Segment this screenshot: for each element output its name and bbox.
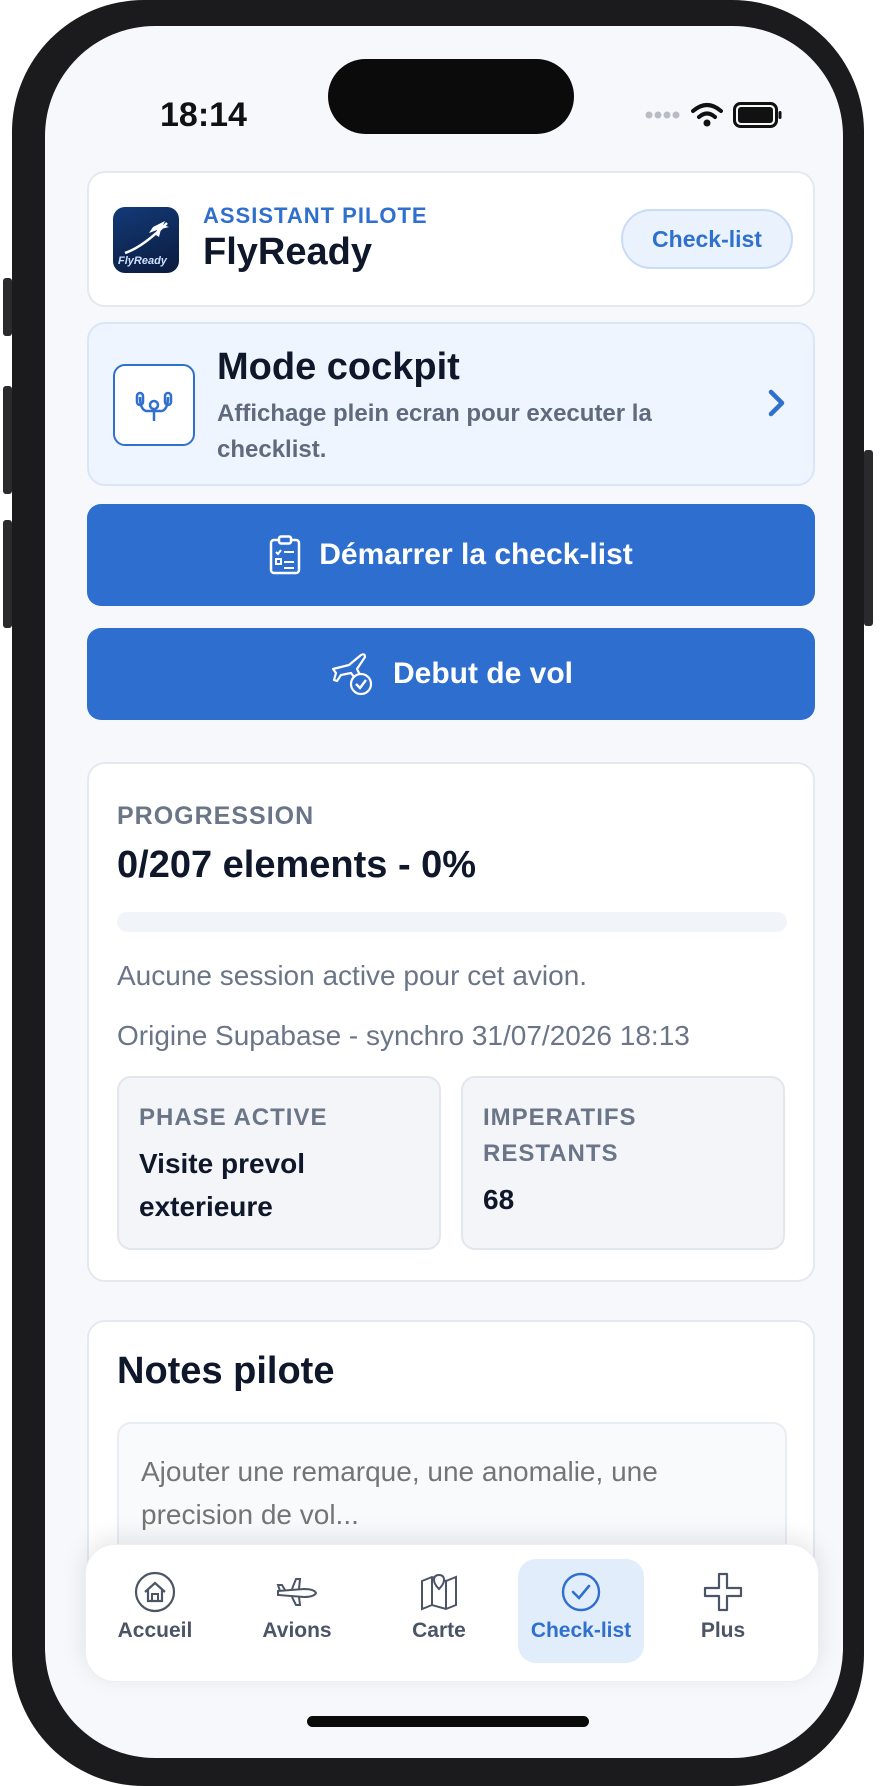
app-header: FlyReady ASSISTANT PILOTE FlyReady Check… [87,171,815,307]
tab-label: Plus [700,1619,746,1642]
cockpit-description: Affichage plein ecran pour executer la c… [217,400,652,463]
app-logo: FlyReady [113,207,179,273]
header-eyebrow: ASSISTANT PILOTE [203,203,428,228]
flight-start-label: Debut de vol [392,657,573,690]
imperatives-label: IMPERATIFS RESTANTS [483,1104,637,1167]
tab-label: Carte [412,1619,466,1642]
tab-label: Avions [262,1619,332,1642]
tab-label: Accueil [117,1619,193,1642]
active-phase-value: Visite prevol exterieure [139,1148,306,1222]
tab-label: Check-list [530,1619,632,1642]
home-indicator [307,1716,589,1727]
imperatives-value: 68 [483,1184,515,1215]
progress-bar [117,912,787,932]
home-icon [134,1571,176,1613]
screen: 18:14 FlyReady ASSISTANT PILOTE FlyReady… [45,26,843,1758]
dynamic-island [328,59,574,134]
volume-down-button [3,520,12,628]
tab-bar: Accueil Avions Carte Check-list Plus [85,1544,819,1682]
plus-icon [703,1572,743,1612]
clipboard-icon [269,535,301,575]
progress-label: PROGRESSION [117,802,315,830]
imperatives-box: IMPERATIFS RESTANTS 68 [461,1076,785,1250]
check-circle-icon [561,1572,601,1612]
start-checklist-label: Démarrer la check-list [319,538,633,571]
cockpit-mode-card[interactable]: Mode cockpit Affichage plein ecran pour … [87,322,815,486]
sync-status: Origine Supabase - synchro 31/07/2026 18… [117,1020,690,1051]
phone-frame: 18:14 FlyReady ASSISTANT PILOTE FlyReady… [3,0,873,1786]
active-phase-box: PHASE ACTIVE Visite prevol exterieure [117,1076,441,1250]
session-status: Aucune session active pour cet avion. [117,960,588,991]
checklist-pill-button[interactable]: Check-list [621,209,793,269]
active-phase-label: PHASE ACTIVE [139,1104,328,1131]
app-title: FlyReady [203,231,372,273]
logo-text: FlyReady [118,255,167,267]
tab-accueil[interactable]: Accueil [92,1559,218,1663]
plane-check-icon [331,653,373,696]
mute-switch [3,278,12,336]
start-checklist-button[interactable]: Démarrer la check-list [87,504,815,606]
volume-up-button [3,386,12,494]
battery-icon [733,102,782,128]
power-button [864,450,873,626]
notes-title: Notes pilote [117,1350,335,1392]
tab-plus[interactable]: Plus [660,1559,786,1663]
yoke-icon [113,364,195,446]
chevron-right-icon [768,389,785,417]
flight-start-button[interactable]: Debut de vol [87,628,815,720]
progress-summary: 0/207 elements - 0% [117,844,477,886]
tab-check-list[interactable]: Check-list [518,1559,644,1663]
tab-carte[interactable]: Carte [376,1559,502,1663]
status-time: 18:14 [160,96,247,134]
cockpit-title: Mode cockpit [217,346,460,388]
progress-card: PROGRESSION 0/207 elements - 0% Aucune s… [87,762,815,1282]
tab-avions[interactable]: Avions [234,1559,360,1663]
status-icons [645,102,783,128]
airplane-icon [276,1578,318,1606]
wifi-icon [691,103,723,127]
map-icon [421,1573,457,1611]
signal-icon [645,111,680,119]
